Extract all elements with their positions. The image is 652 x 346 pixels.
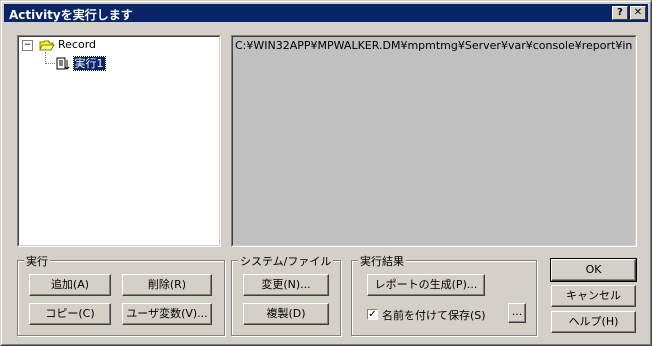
help-button[interactable]: ヘルプ(H) [551, 311, 636, 333]
help-title-button[interactable]: ? [612, 6, 628, 20]
ok-button[interactable]: OK [550, 258, 637, 282]
window-title: Activityを実行します [9, 8, 133, 22]
change-button[interactable]: 変更(N)... [243, 274, 329, 296]
add-button[interactable]: 追加(A) [29, 274, 111, 296]
execute-group: 実行 追加(A) 削除(R) コピー(C) ユーザ変数(V)... [17, 253, 225, 336]
user-variables-button[interactable]: ユーザ変数(V)... [122, 303, 212, 325]
system-file-group: システム/ファイル 変更(N)... 複製(D) [231, 253, 341, 336]
collapse-toggle[interactable]: − [22, 39, 33, 51]
generate-report-button[interactable]: レポートの生成(P)... [367, 274, 485, 296]
delete-button[interactable]: 削除(R) [122, 274, 212, 296]
result-group-label: 実行結果 [358, 253, 406, 269]
open-folder-icon [38, 40, 55, 51]
tree-node-execute1[interactable]: 実行1 [56, 55, 106, 71]
tree-connector [45, 63, 55, 65]
dialog-window: Activityを実行します ? ✕ − Record 実行1 C:¥WIN32… [0, 0, 652, 346]
tree-node-record[interactable]: − Record [22, 38, 96, 51]
path-text: C:¥WIN32APP¥MPWALKER.DM¥mpmtmg¥Server¥va… [235, 39, 633, 52]
system-file-group-label: システム/ファイル [238, 253, 334, 269]
copy-button[interactable]: コピー(C) [29, 303, 111, 325]
path-display: C:¥WIN32APP¥MPWALKER.DM¥mpmtmg¥Server¥va… [231, 35, 637, 247]
activity-icon [56, 57, 70, 70]
tree-node-label-selected: 実行1 [72, 56, 106, 71]
save-as-label: 名前を付けて保存(S) [382, 309, 486, 322]
save-as-checkbox[interactable]: ✓ [367, 309, 378, 320]
cancel-button[interactable]: キャンセル [551, 285, 636, 307]
close-title-button[interactable]: ✕ [630, 6, 646, 20]
title-bar: Activityを実行します ? ✕ [4, 4, 648, 22]
browse-button[interactable]: ... [508, 303, 526, 323]
tree-node-label: Record [58, 38, 97, 51]
execute-group-label: 実行 [24, 253, 50, 269]
activity-tree[interactable]: − Record 実行1 [17, 35, 221, 247]
result-group: 実行結果 レポートの生成(P)... ✓ 名前を付けて保存(S) ... [351, 253, 537, 336]
duplicate-button[interactable]: 複製(D) [243, 303, 329, 325]
